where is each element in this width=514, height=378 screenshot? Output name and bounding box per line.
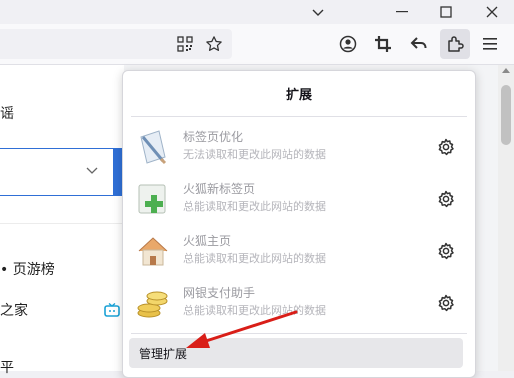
extension-permission-text: 无法读取和更改此网站的数据	[183, 148, 326, 161]
extension-permission-text: 总能读取和更改此网站的数据	[183, 200, 326, 213]
title-bar	[0, 0, 514, 24]
account-icon[interactable]	[333, 29, 363, 59]
scroll-up-arrow-icon[interactable]	[502, 68, 510, 73]
tab-optimizer-icon	[135, 129, 171, 165]
gear-icon[interactable]	[436, 293, 456, 313]
list-item[interactable]: 平	[0, 357, 14, 377]
app-menu-icon[interactable]	[476, 29, 506, 59]
extension-item-firefox-home[interactable]: 火狐主页 总能读取和更改此网站的数据	[123, 225, 475, 277]
extension-name: 标签页优化	[183, 130, 244, 144]
extensions-panel: 扩展 标签页优化 无法读取和更改此网站的数据 火狐新标签页 总能读取和更改此网站…	[122, 70, 476, 378]
extension-permission-text: 总能读取和更改此网站的数据	[183, 304, 326, 317]
navigation-toolbar	[0, 24, 514, 65]
maximize-button[interactable]	[424, 0, 468, 24]
panel-divider	[131, 333, 467, 334]
undo-arrow-icon[interactable]	[404, 29, 434, 59]
list-item[interactable]: 之家	[0, 300, 28, 320]
tab-list-chevron-icon[interactable]	[296, 0, 340, 24]
qr-code-icon[interactable]	[170, 29, 200, 59]
gear-icon[interactable]	[436, 189, 456, 209]
page-scrollbar[interactable]	[498, 65, 514, 371]
minimize-button[interactable]	[380, 0, 424, 24]
close-window-button[interactable]	[470, 0, 514, 24]
panel-title: 扩展	[285, 88, 312, 103]
select-chevron-icon	[86, 167, 98, 174]
gear-icon[interactable]	[436, 137, 456, 157]
coins-icon	[135, 285, 171, 321]
list-heading: • 页游榜	[0, 262, 55, 278]
panel-divider	[131, 116, 467, 117]
page-left-column	[0, 65, 124, 371]
page-divider	[0, 223, 124, 224]
scroll-thumb[interactable]	[501, 85, 511, 145]
extension-name: 火狐新标签页	[183, 182, 256, 196]
extension-item-payment-assistant[interactable]: 网银支付助手 总能读取和更改此网站的数据	[123, 277, 475, 329]
screenshot-crop-icon[interactable]	[368, 29, 398, 59]
manage-extensions-label: 管理扩展	[139, 346, 188, 361]
extension-item-tab-optimizer[interactable]: 标签页优化 无法读取和更改此网站的数据	[123, 121, 475, 173]
extension-permission-text: 总能读取和更改此网站的数据	[183, 252, 326, 265]
extension-name: 火狐主页	[183, 234, 232, 248]
page-tab-label[interactable]: 谣	[0, 103, 14, 123]
extension-name: 网银支付助手	[183, 286, 256, 300]
home-icon	[135, 233, 171, 269]
bookmark-star-icon[interactable]	[199, 29, 229, 59]
extension-item-new-tab[interactable]: 火狐新标签页 总能读取和更改此网站的数据	[123, 173, 475, 225]
new-tab-icon	[135, 181, 171, 217]
manage-extensions-button[interactable]: 管理扩展	[129, 338, 463, 368]
page-select[interactable]	[0, 148, 116, 196]
tv-badge-icon	[104, 302, 120, 317]
gear-icon[interactable]	[436, 241, 456, 261]
extensions-puzzle-icon[interactable]	[440, 29, 470, 59]
